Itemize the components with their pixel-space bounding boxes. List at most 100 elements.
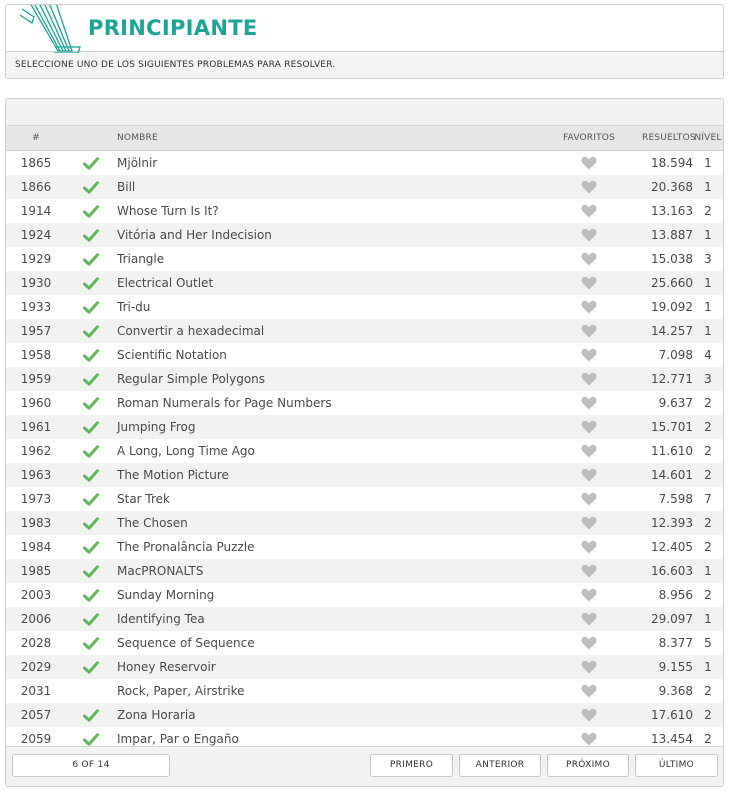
table-row[interactable]: 1973 Star Trek 7.598 7 xyxy=(6,487,723,511)
next-page-button[interactable]: PRÓXIMO xyxy=(547,754,629,777)
heart-icon[interactable] xyxy=(581,588,597,602)
table-row[interactable]: 1959 Regular Simple Polygons 12.771 3 xyxy=(6,367,723,391)
table-row[interactable]: 1985 MacPRONALTS 16.603 1 xyxy=(6,559,723,583)
favorite-toggle[interactable] xyxy=(536,420,642,434)
table-row[interactable]: 1866 Bill 20.368 1 xyxy=(6,175,723,199)
column-header-level[interactable]: NÍVEL xyxy=(693,133,723,143)
heart-icon[interactable] xyxy=(581,372,597,386)
problem-name-link[interactable]: Vitória and Her Indecision xyxy=(116,228,536,242)
problem-name-link[interactable]: Sequence of Sequence xyxy=(116,636,536,650)
problem-name-link[interactable]: Jumping Frog xyxy=(116,420,536,434)
table-row[interactable]: 1983 The Chosen 12.393 2 xyxy=(6,511,723,535)
heart-icon[interactable] xyxy=(581,324,597,338)
favorite-toggle[interactable] xyxy=(536,708,642,722)
favorite-toggle[interactable] xyxy=(536,564,642,578)
problem-name-link[interactable]: Triangle xyxy=(116,252,536,266)
favorite-toggle[interactable] xyxy=(536,444,642,458)
favorite-toggle[interactable] xyxy=(536,276,642,290)
heart-icon[interactable] xyxy=(581,180,597,194)
heart-icon[interactable] xyxy=(581,684,597,698)
problem-name-link[interactable]: Identifying Tea xyxy=(116,612,536,626)
heart-icon[interactable] xyxy=(581,420,597,434)
problem-name-link[interactable]: Regular Simple Polygons xyxy=(116,372,536,386)
table-row[interactable]: 1984 The Pronalância Puzzle 12.405 2 xyxy=(6,535,723,559)
table-row[interactable]: 1960 Roman Numerals for Page Numbers 9.637… xyxy=(6,391,723,415)
table-row[interactable]: 1914 Whose Turn Is It? 13.163 2 xyxy=(6,199,723,223)
heart-icon[interactable] xyxy=(581,228,597,242)
problem-name-link[interactable]: Convertir a hexadecimal xyxy=(116,324,536,338)
table-row[interactable]: 2029 Honey Reservoir 9.155 1 xyxy=(6,655,723,679)
problem-name-link[interactable]: Rock, Paper, Airstrike xyxy=(116,684,536,698)
favorite-toggle[interactable] xyxy=(536,348,642,362)
column-header-solved[interactable]: RESUELTOS xyxy=(642,133,696,143)
favorite-toggle[interactable] xyxy=(536,732,642,746)
favorite-toggle[interactable] xyxy=(536,156,642,170)
table-row[interactable]: 1958 Scientific Notation 7.098 4 xyxy=(6,343,723,367)
heart-icon[interactable] xyxy=(581,564,597,578)
heart-icon[interactable] xyxy=(581,636,597,650)
problem-name-link[interactable]: Whose Turn Is It? xyxy=(116,204,536,218)
favorite-toggle[interactable] xyxy=(536,372,642,386)
heart-icon[interactable] xyxy=(581,252,597,266)
previous-page-button[interactable]: ANTERIOR xyxy=(459,754,541,777)
favorite-toggle[interactable] xyxy=(536,204,642,218)
favorite-toggle[interactable] xyxy=(536,324,642,338)
problem-name-link[interactable]: Sunday Morning xyxy=(116,588,536,602)
problem-name-link[interactable]: Mjölnir xyxy=(116,156,536,170)
favorite-toggle[interactable] xyxy=(536,612,642,626)
heart-icon[interactable] xyxy=(581,708,597,722)
heart-icon[interactable] xyxy=(581,444,597,458)
problem-name-link[interactable]: MacPRONALTS xyxy=(116,564,536,578)
favorite-toggle[interactable] xyxy=(536,396,642,410)
favorite-toggle[interactable] xyxy=(536,684,642,698)
favorite-toggle[interactable] xyxy=(536,180,642,194)
problem-name-link[interactable]: Zona Horaria xyxy=(116,708,536,722)
heart-icon[interactable] xyxy=(581,492,597,506)
problem-name-link[interactable]: Roman Numerals for Page Numbers xyxy=(116,396,536,410)
column-header-favorites[interactable]: FAVORITOS xyxy=(536,133,642,143)
problem-name-link[interactable]: Star Trek xyxy=(116,492,536,506)
problem-name-link[interactable]: Scientific Notation xyxy=(116,348,536,362)
table-row[interactable]: 2057 Zona Horaria 17.610 2 xyxy=(6,703,723,727)
table-row[interactable]: 1930 Electrical Outlet 25.660 1 xyxy=(6,271,723,295)
heart-icon[interactable] xyxy=(581,516,597,530)
heart-icon[interactable] xyxy=(581,204,597,218)
favorite-toggle[interactable] xyxy=(536,492,642,506)
heart-icon[interactable] xyxy=(581,156,597,170)
heart-icon[interactable] xyxy=(581,732,597,746)
table-row[interactable]: 2003 Sunday Morning 8.956 2 xyxy=(6,583,723,607)
problem-name-link[interactable]: Bill xyxy=(116,180,536,194)
heart-icon[interactable] xyxy=(581,396,597,410)
table-row[interactable]: 2006 Identifying Tea 29.097 1 xyxy=(6,607,723,631)
table-row[interactable]: 1961 Jumping Frog 15.701 2 xyxy=(6,415,723,439)
favorite-toggle[interactable] xyxy=(536,252,642,266)
column-header-name[interactable]: NOMBRE xyxy=(116,133,536,143)
last-page-button[interactable]: ÚLTIMO xyxy=(635,754,718,777)
problem-name-link[interactable]: The Motion Picture xyxy=(116,468,536,482)
table-row[interactable]: 2031 Rock, Paper, Airstrike 9.368 2 xyxy=(6,679,723,703)
heart-icon[interactable] xyxy=(581,660,597,674)
favorite-toggle[interactable] xyxy=(536,660,642,674)
problem-name-link[interactable]: Electrical Outlet xyxy=(116,276,536,290)
favorite-toggle[interactable] xyxy=(536,300,642,314)
heart-icon[interactable] xyxy=(581,612,597,626)
problem-name-link[interactable]: The Pronalância Puzzle xyxy=(116,540,536,554)
problem-name-link[interactable]: Honey Reservoir xyxy=(116,660,536,674)
table-row[interactable]: 1865 Mjölnir 18.594 1 xyxy=(6,151,723,175)
table-row[interactable]: 1929 Triangle 15.038 3 xyxy=(6,247,723,271)
first-page-button[interactable]: PRIMERO xyxy=(370,754,453,777)
heart-icon[interactable] xyxy=(581,276,597,290)
table-row[interactable]: 1963 The Motion Picture 14.601 2 xyxy=(6,463,723,487)
heart-icon[interactable] xyxy=(581,348,597,362)
table-row[interactable]: 1924 Vitória and Her Indecision 13.887 1 xyxy=(6,223,723,247)
favorite-toggle[interactable] xyxy=(536,516,642,530)
column-header-id[interactable]: # xyxy=(6,133,66,143)
table-row[interactable]: 1933 Tri-du 19.092 1 xyxy=(6,295,723,319)
favorite-toggle[interactable] xyxy=(536,636,642,650)
favorite-toggle[interactable] xyxy=(536,540,642,554)
heart-icon[interactable] xyxy=(581,300,597,314)
heart-icon[interactable] xyxy=(581,540,597,554)
table-row[interactable]: 1957 Convertir a hexadecimal 14.257 1 xyxy=(6,319,723,343)
heart-icon[interactable] xyxy=(581,468,597,482)
problem-name-link[interactable]: A Long, Long Time Ago xyxy=(116,444,536,458)
